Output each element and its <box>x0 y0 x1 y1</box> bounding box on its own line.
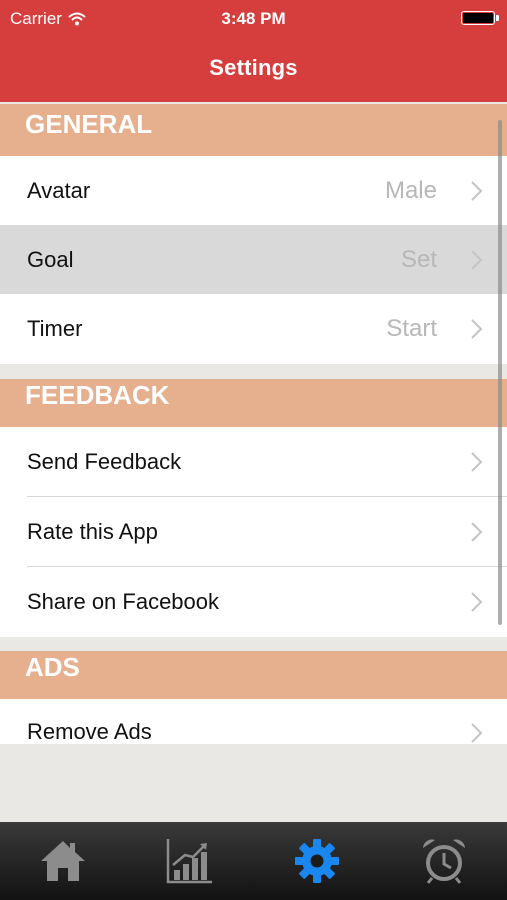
home-icon <box>41 841 86 881</box>
tab-stats[interactable] <box>127 822 254 900</box>
chevron-right-icon <box>471 522 483 542</box>
chevron-right-icon <box>471 250 483 270</box>
tab-alarm[interactable] <box>380 822 507 900</box>
row-detail: Male <box>384 177 437 204</box>
chart-icon <box>166 839 213 884</box>
settings-row-rate-app[interactable]: Rate this App <box>0 497 507 567</box>
vertical-scrollbar[interactable] <box>498 120 502 625</box>
row-label: Goal <box>27 247 74 272</box>
row-detail: Start <box>386 315 437 342</box>
settings-row-send-feedback[interactable]: Send Feedback <box>0 427 507 497</box>
tab-home[interactable] <box>0 822 127 900</box>
row-detail: Set <box>400 246 437 273</box>
tab-settings[interactable] <box>254 822 381 900</box>
tab-bar <box>0 822 507 900</box>
navigation-bar: Carrier 3:48 PM Settings <box>0 0 507 102</box>
page-title: Settings <box>209 55 298 80</box>
chevron-right-icon <box>471 592 483 612</box>
chevron-right-icon <box>471 319 483 339</box>
chevron-right-icon <box>471 452 483 472</box>
settings-row-timer[interactable]: Timer Start <box>0 294 507 364</box>
section-header-ads: ADS <box>0 651 507 699</box>
chevron-right-icon <box>471 723 483 743</box>
row-label: Avatar <box>27 178 91 203</box>
status-time: 3:48 PM <box>221 9 286 28</box>
row-label: Timer <box>27 316 83 341</box>
settings-row-remove-ads[interactable]: Remove Ads <box>0 699 507 744</box>
row-label: Rate this App <box>27 519 158 544</box>
alarm-clock-icon <box>422 839 465 884</box>
section-header-feedback: FEEDBACK <box>0 379 507 427</box>
battery-icon <box>461 11 499 25</box>
row-label: Share on Facebook <box>27 589 220 614</box>
settings-row-avatar[interactable]: Avatar Male <box>0 156 507 226</box>
row-label: Remove Ads <box>27 719 152 744</box>
row-label: Send Feedback <box>27 449 182 474</box>
settings-row-share-facebook[interactable]: Share on Facebook <box>0 567 507 637</box>
chevron-right-icon <box>471 181 483 201</box>
status-bar: Carrier 3:48 PM <box>0 7 507 31</box>
settings-row-goal[interactable]: Goal Set <box>0 225 507 295</box>
gear-icon <box>294 839 339 883</box>
section-header-general: GENERAL <box>0 104 507 156</box>
